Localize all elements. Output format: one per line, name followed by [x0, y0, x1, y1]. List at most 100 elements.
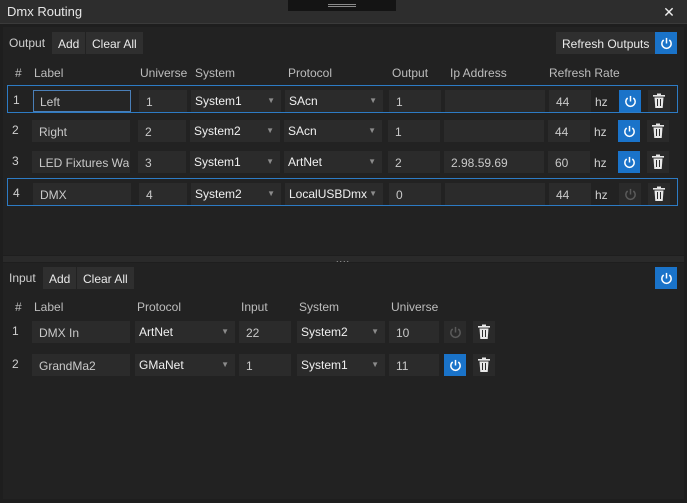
close-icon[interactable]: ✕	[660, 3, 678, 21]
power-toggle-button[interactable]	[618, 120, 640, 142]
system-select[interactable]: System2 ▼	[191, 183, 281, 205]
label-input[interactable]: GrandMa2	[32, 354, 130, 376]
refresh-rate-input[interactable]: 60	[548, 151, 590, 173]
header-input: Input	[241, 300, 268, 314]
protocol-select[interactable]: ArtNet ▼	[284, 151, 382, 173]
label-input[interactable]: DMX In	[32, 321, 130, 343]
header-protocol: Protocol	[137, 300, 182, 314]
chevron-down-icon: ▼	[371, 360, 379, 369]
universe-input[interactable]: 4	[139, 183, 187, 205]
chevron-down-icon: ▼	[266, 126, 274, 135]
output-section-label: Output	[9, 36, 46, 50]
universe-input[interactable]: 3	[138, 151, 186, 173]
system-select-value: System2	[194, 124, 241, 138]
add-input-button[interactable]: Add	[43, 267, 77, 289]
input-panel: Input Add Clear All # Label Protocol Input S…	[3, 263, 684, 499]
ip-address-input[interactable]: 2.98.59.69	[444, 151, 544, 173]
ip-address-input[interactable]	[444, 120, 544, 142]
input-master-power-button[interactable]	[655, 267, 677, 289]
chevron-down-icon: ▼	[266, 157, 274, 166]
protocol-select-value: ArtNet	[139, 325, 174, 339]
delete-button[interactable]	[473, 321, 495, 343]
trash-icon	[652, 123, 664, 138]
input-number-input[interactable]: 1	[239, 354, 291, 376]
refresh-rate-input[interactable]: 44	[549, 183, 591, 205]
label-input[interactable]: Left	[33, 90, 131, 112]
input-row[interactable]: 1 DMX In ArtNet ▼ 22 System2 ▼ 10	[7, 317, 678, 345]
protocol-select[interactable]: ArtNet ▼	[135, 321, 235, 343]
power-icon	[450, 359, 461, 371]
ip-address-input[interactable]	[445, 183, 545, 205]
row-index: 1	[12, 324, 19, 338]
input-number-input[interactable]: 22	[239, 321, 291, 343]
output-input[interactable]: 1	[389, 90, 441, 112]
power-icon	[661, 37, 672, 49]
refresh-rate-input[interactable]: 44	[549, 90, 591, 112]
protocol-select-value: ArtNet	[288, 155, 323, 169]
delete-button[interactable]	[648, 183, 670, 205]
header-refresh-rate: Refresh Rate	[549, 66, 620, 80]
system-select[interactable]: System2 ▼	[190, 120, 280, 142]
panel-splitter[interactable]: ....	[3, 255, 684, 264]
row-index: 1	[13, 93, 20, 107]
protocol-select[interactable]: SAcn ▼	[284, 120, 382, 142]
output-master-power-button[interactable]	[655, 32, 677, 54]
delete-button[interactable]	[473, 354, 495, 376]
power-toggle-button[interactable]	[619, 183, 641, 205]
header-ip-address: Ip Address	[450, 66, 507, 80]
system-select[interactable]: System2 ▼	[297, 321, 385, 343]
chevron-down-icon: ▼	[221, 360, 229, 369]
ip-address-input[interactable]	[445, 90, 545, 112]
label-input[interactable]: DMX	[33, 183, 131, 205]
hz-unit-label: hz	[595, 95, 608, 109]
header-label: Label	[34, 300, 64, 314]
power-toggle-button[interactable]	[444, 321, 466, 343]
header-protocol: Protocol	[288, 66, 333, 80]
add-output-button[interactable]: Add	[52, 32, 86, 54]
output-input[interactable]: 1	[388, 120, 440, 142]
output-row[interactable]: 4 DMX 4 System2 ▼ LocalUSBDmx ▼ 0 44 hz	[7, 178, 678, 206]
protocol-select[interactable]: LocalUSBDmx ▼	[285, 183, 383, 205]
output-row[interactable]: 1 Left 1 System1 ▼ SAcn ▼ 1 44 hz	[7, 85, 678, 113]
output-row[interactable]: 3 LED Fixtures Wall 3 System1 ▼ ArtNet ▼ 2 2.98.…	[7, 147, 678, 175]
drag-handle[interactable]	[288, 0, 396, 11]
output-panel: Output Add Clear All Refresh Outputs # La…	[3, 27, 684, 255]
protocol-select[interactable]: GMaNet ▼	[135, 354, 235, 376]
chevron-down-icon: ▼	[267, 189, 275, 198]
trash-icon	[653, 93, 665, 108]
output-input[interactable]: 0	[389, 183, 441, 205]
power-icon	[625, 188, 636, 200]
clear-all-inputs-button[interactable]: Clear All	[77, 267, 134, 289]
delete-button[interactable]	[647, 151, 669, 173]
universe-input[interactable]: 1	[139, 90, 187, 112]
delete-button[interactable]	[647, 120, 669, 142]
refresh-rate-input[interactable]: 44	[548, 120, 590, 142]
row-index: 3	[12, 154, 19, 168]
power-toggle-button[interactable]	[618, 151, 640, 173]
power-toggle-button[interactable]	[444, 354, 466, 376]
row-index: 2	[12, 123, 19, 137]
label-input[interactable]: LED Fixtures Wall	[32, 151, 130, 173]
universe-input[interactable]: 10	[389, 321, 439, 343]
header-index: #	[15, 66, 22, 80]
window-title: Dmx Routing	[7, 4, 83, 19]
power-icon	[661, 272, 672, 284]
clear-all-outputs-button[interactable]: Clear All	[86, 32, 143, 54]
system-select[interactable]: System1 ▼	[191, 90, 281, 112]
refresh-outputs-button[interactable]: Refresh Outputs	[556, 32, 656, 54]
protocol-select[interactable]: SAcn ▼	[285, 90, 383, 112]
header-index: #	[15, 300, 22, 314]
universe-input[interactable]: 11	[389, 354, 439, 376]
system-select[interactable]: System1 ▼	[297, 354, 385, 376]
input-row[interactable]: 2 GrandMa2 GMaNet ▼ 1 System1 ▼ 11	[7, 350, 678, 378]
row-index: 4	[13, 186, 20, 200]
power-toggle-button[interactable]	[619, 90, 641, 112]
output-input[interactable]: 2	[388, 151, 440, 173]
delete-button[interactable]	[648, 90, 670, 112]
universe-input[interactable]: 2	[138, 120, 186, 142]
output-row[interactable]: 2 Right 2 System2 ▼ SAcn ▼ 1 44 hz	[7, 116, 678, 144]
system-select[interactable]: System1 ▼	[190, 151, 280, 173]
label-input[interactable]: Right	[32, 120, 130, 142]
chevron-down-icon: ▼	[221, 327, 229, 336]
header-label: Label	[34, 66, 64, 80]
